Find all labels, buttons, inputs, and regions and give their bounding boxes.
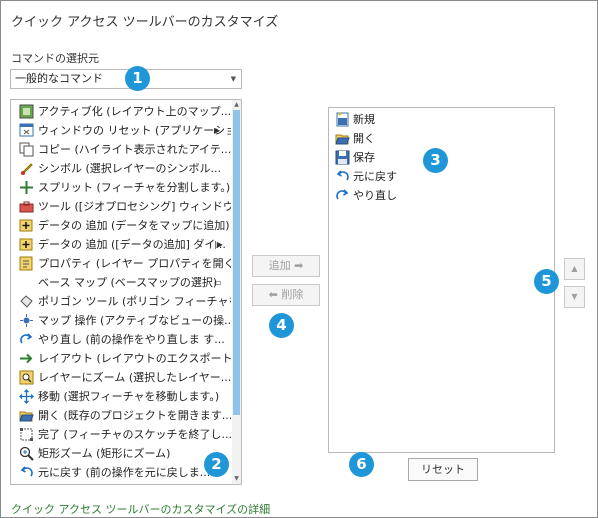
command-item[interactable]: スプリット (フィーチャを分割します。) [11,178,231,197]
command-item[interactable]: データの 追加 ([データの追加] ダイ... |▶ [11,235,231,254]
callout-badge: 5 [534,269,559,294]
window-reset-icon [19,123,34,137]
command-label: 元に戻す (前の操作を元に戻しま... [38,466,211,479]
scroll-up-icon[interactable]: ▲ [232,100,241,110]
zoom-layer-icon [19,370,34,385]
command-label: ベース マップ (ベースマップの選択) [38,276,218,289]
learn-more-link[interactable]: クイック アクセス ツールバーのカスタマイズの詳細 [11,501,270,517]
command-label: ウィンドウの リセット (アプリケーショ... [38,124,231,137]
submenu-arrow-icon: |▶ [214,240,223,249]
command-label: コピー (ハイライト表示されたアイテ... [38,143,231,156]
undo-icon [20,466,33,477]
dialog-title: クイック アクセス ツールバーのカスタマイズ [11,15,279,30]
command-label: データの 追加 (データをマップに追加) [38,219,230,232]
command-item[interactable]: ポリゴン ツール (ポリゴン フィーチャを... [11,292,231,311]
undo-icon [336,170,349,181]
reset-button[interactable]: リセット [408,458,478,481]
qat-label: やり直し [353,189,397,202]
new-project-icon [336,112,349,127]
pan-icon [20,314,33,327]
qat-label: 保存 [353,151,375,164]
command-label: レイアウト (レイアウトのエクスポート) [38,352,231,365]
command-item[interactable]: プロパティ (レイヤー プロパティを開く) [11,254,231,273]
command-label: 完了 (フィーチャのスケッチを終了し... [38,428,231,441]
command-item[interactable]: レイアウト (レイアウトのエクスポート) [11,349,231,368]
command-label: やり直し (前の操作をやり直しま す... [38,333,225,346]
callout-badge: 3 [423,148,448,173]
command-item[interactable]: 元に戻す (前の操作を元に戻しま... [11,463,231,482]
scrollbar-thumb[interactable] [233,110,240,415]
command-label: 矩形ズーム (矩形にズーム) [38,447,171,460]
add-button[interactable]: 追加 ➡ [252,255,320,277]
qat-item[interactable]: 新規 [329,110,549,129]
add-data-icon [19,219,33,232]
command-item[interactable]: マップ 操作 (アクティブなビューの操... [11,311,231,330]
customize-qat-dialog: クイック アクセス ツールバーのカスタマイズ コマンドの選択元 一般的なコマンド… [0,0,598,518]
zoom-icon [19,446,34,461]
command-item[interactable]: 完了 (フィーチャのスケッチを終了し... [11,425,231,444]
qat-label: 元に戻す [353,170,397,183]
properties-icon [19,256,33,271]
split-icon [20,181,33,194]
arrow-right-icon [20,353,33,364]
command-label: プロパティ (レイヤー プロパティを開く) [38,257,231,270]
copy-icon [19,142,34,157]
open-icon [19,411,34,422]
redo-icon [336,189,349,200]
redo-icon [20,333,33,344]
command-item[interactable]: 開く (既存のプロジェクトを開きます... [11,406,231,425]
command-label: アクティブ化 (レイアウト上のマップ... [38,105,231,118]
command-item[interactable]: ツール ([ジオプロセシング] ウィンドウ... [11,197,231,216]
command-item[interactable]: ウィンドウの リセット (アプリケーショ... ▶ [11,121,231,140]
command-item[interactable]: シンボル (選択レイヤーのシンボル... [11,159,231,178]
command-label: マップ 操作 (アクティブなビューの操... [38,314,231,327]
command-item[interactable]: ベース マップ (ベースマップの選択) ▭ [11,273,231,292]
command-source-label: コマンドの選択元 [11,52,99,65]
command-label: 開く (既存のプロジェクトを開きます... [38,409,231,422]
qat-label: 新規 [353,113,375,126]
command-item[interactable]: 移動 (選択フィーチャを移動します。) [11,387,231,406]
callout-badge: 4 [269,313,294,338]
scroll-down-icon[interactable]: ▼ [232,474,241,484]
command-label: レイヤーにズーム (選択したレイヤー... [38,371,231,384]
finish-icon [20,428,33,441]
command-label: シンボル (選択レイヤーのシンボル... [38,162,221,175]
map-frame-icon [19,104,34,119]
command-source-value: 一般的なコマンド [15,72,103,85]
command-label: スプリット (フィーチャを分割します。) [38,181,231,194]
qat-item[interactable]: やり直し [329,186,549,205]
symbol-icon [20,163,33,175]
command-list-scrollbar[interactable]: ▲ ▼ [232,100,241,484]
qat-item[interactable]: 開く [329,129,549,148]
polygon-icon [20,295,33,308]
submenu-arrow-icon: ▶ [214,126,221,135]
qat-label: 開く [353,132,375,145]
command-label: データの 追加 ([データの追加] ダイ... [38,238,226,251]
command-label: ツール ([ジオプロセシング] ウィンドウ... [38,200,231,213]
gallery-icon: ▭ [214,278,222,287]
command-list[interactable]: アクティブ化 (レイアウト上のマップ... ウィンドウの リセット (アプリケー… [10,99,242,485]
command-item[interactable]: レイヤーにズーム (選択したレイヤー... [11,368,231,387]
move-down-button[interactable]: ▼ [564,286,585,308]
callout-badge: 6 [349,452,374,477]
dropdown-arrow-icon: ▼ [230,75,236,83]
command-item[interactable]: アクティブ化 (レイアウト上のマップ... [11,102,231,121]
open-icon [335,134,350,145]
move-up-button[interactable]: ▲ [564,258,585,280]
command-label: ポリゴン ツール (ポリゴン フィーチャを... [38,295,231,308]
command-item[interactable]: やり直し (前の操作をやり直しま す... [11,330,231,349]
command-item[interactable]: コピー (ハイライト表示されたアイテ... [11,140,231,159]
callout-badge: 1 [125,66,150,91]
command-item[interactable]: データの 追加 (データをマップに追加) [11,216,231,235]
command-label: 移動 (選択フィーチャを移動します。) [38,390,220,403]
move-icon [19,389,34,404]
add-data-icon [19,238,33,251]
command-item[interactable]: 矩形ズーム (矩形にズーム) [11,444,231,463]
save-icon [335,150,350,165]
toolbox-icon [19,201,34,213]
remove-button[interactable]: ⬅ 削除 [252,284,320,306]
callout-badge: 2 [204,452,229,477]
